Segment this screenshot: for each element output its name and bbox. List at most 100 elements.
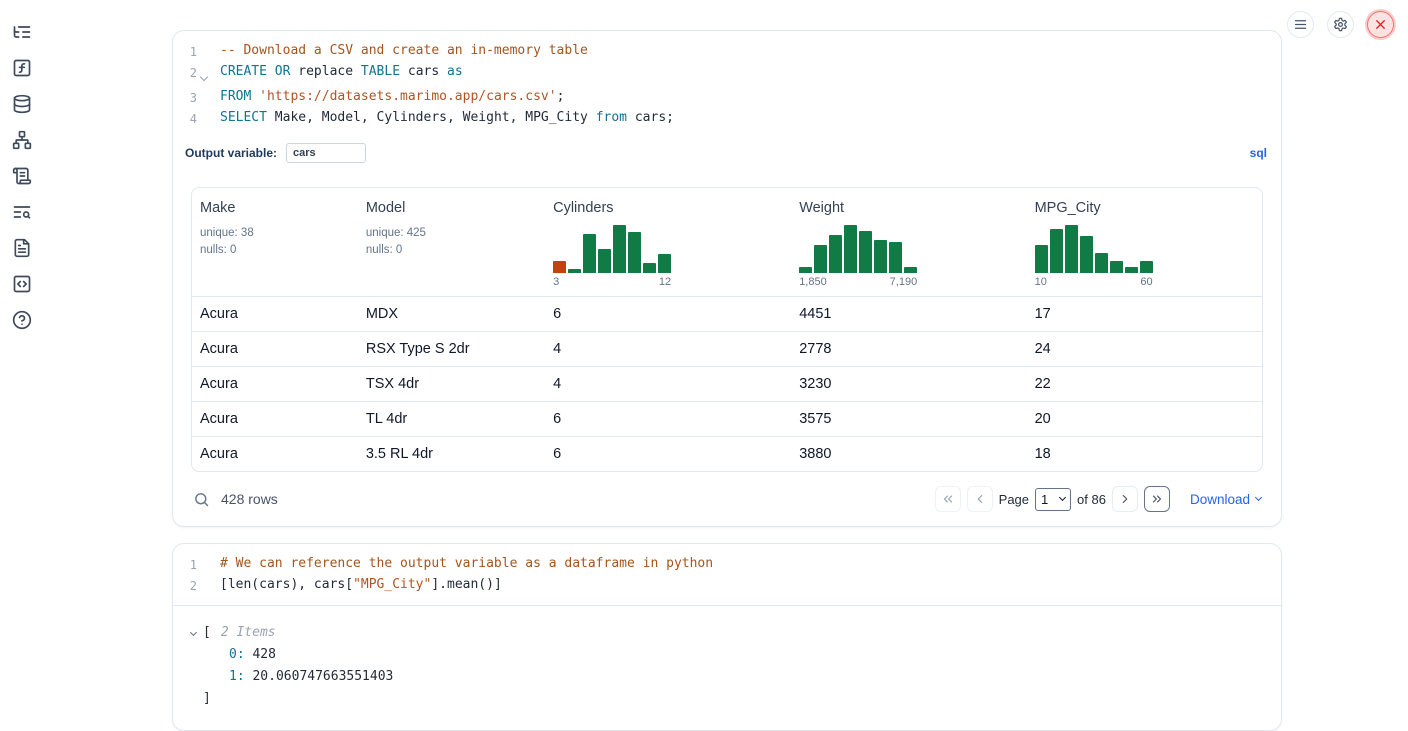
download-label: Download [1190,492,1250,507]
download-button[interactable]: Download [1190,492,1261,507]
histogram-bar[interactable] [613,225,626,273]
last-page-button[interactable] [1144,486,1170,512]
documentation-icon[interactable] [12,238,32,258]
close-bracket: ] [187,688,1263,710]
language-badge[interactable]: sql [1250,146,1267,160]
dependency-graph-icon[interactable] [12,130,32,150]
line-number: 3 [181,87,197,108]
histogram-bar[interactable] [1035,245,1048,273]
settings-button[interactable] [1327,11,1354,38]
code-line[interactable]: 1# We can reference the output variable … [181,554,1267,575]
output-list-header: [ 2 Items [187,622,1263,644]
histogram-bar[interactable] [628,232,641,273]
code-line[interactable]: 2[len(cars), cars["MPG_City"].mean()] [181,575,1267,596]
histogram-bar[interactable] [904,267,917,273]
table-cell: 2778 [791,332,1026,367]
previous-page-button[interactable] [967,486,993,512]
table-cell: 4 [545,332,791,367]
histogram-bar[interactable] [553,261,566,273]
code-text: SELECT Make, Model, Cylinders, Weight, M… [211,108,674,128]
code-line[interactable]: 4 SELECT Make, Model, Cylinders, Weight, … [181,108,1267,129]
sql-output: Makeunique: 38nulls: 0Modelunique: 425nu… [173,171,1281,526]
histogram-bar[interactable] [1080,236,1093,273]
column-name[interactable]: Make [200,200,350,216]
histogram-bar[interactable] [829,235,842,273]
table-row[interactable]: AcuraTSX 4dr4323022 [192,367,1262,402]
table-row[interactable]: Acura3.5 RL 4dr6388018 [192,437,1262,472]
sql-code-editor[interactable]: 1-- Download a CSV and create an in-memo… [173,31,1281,138]
histogram-bar[interactable] [643,263,656,273]
histogram-bar[interactable] [568,269,581,273]
column-header[interactable]: MPG_City1060 [1027,188,1262,297]
database-icon[interactable] [12,94,32,114]
item-value: 428 [245,647,276,662]
logs-icon[interactable] [12,202,32,222]
table-footer: 428 rows Page 1 of 86 [191,482,1263,514]
histogram-bar[interactable] [814,245,827,273]
chevron-right-icon [1118,492,1132,506]
output-variable-input[interactable] [286,143,366,163]
column-header[interactable]: Makeunique: 38nulls: 0 [192,188,358,297]
histogram-max-label: 60 [1140,276,1152,288]
histogram-bar[interactable] [583,234,596,273]
chevrons-right-icon [1150,492,1164,506]
table-cell: 3230 [791,367,1026,402]
page-select[interactable]: 1 [1035,488,1071,511]
column-name[interactable]: Model [366,200,537,216]
column-name[interactable]: Weight [799,200,1018,216]
table-cell: 18 [1027,437,1262,472]
column-name[interactable]: MPG_City [1035,200,1254,216]
data-table: Makeunique: 38nulls: 0Modelunique: 425nu… [192,188,1262,471]
line-number: 4 [181,108,197,129]
table-row[interactable]: AcuraTL 4dr6357520 [192,402,1262,437]
histogram-bar[interactable] [799,267,812,273]
table-row[interactable]: AcuraMDX6445117 [192,297,1262,332]
python-code-editor[interactable]: 1# We can reference the output variable … [173,544,1281,605]
histogram-bar[interactable] [874,240,887,273]
column-header[interactable]: Cylinders312 [545,188,791,297]
line-number: 1 [181,554,197,575]
histogram-bar[interactable] [1125,267,1138,273]
help-icon[interactable] [12,310,32,330]
histogram-bar[interactable] [1095,253,1108,273]
table-row[interactable]: AcuraRSX Type S 2dr4277824 [192,332,1262,367]
histogram-bar[interactable] [598,249,611,273]
histogram-max-label: 12 [659,276,671,288]
histogram-bar[interactable] [1110,261,1123,273]
page-select-value: 1 [1041,492,1048,507]
histogram-bar[interactable] [1065,225,1078,273]
column-name[interactable]: Cylinders [553,200,783,216]
menu-button[interactable] [1287,11,1314,38]
code-line[interactable]: 2CREATE OR replace TABLE cars as [181,62,1267,87]
histogram-bar[interactable] [889,242,902,273]
column-histogram: 1,8507,190 [799,223,917,288]
collapse-toggle-icon[interactable] [187,632,199,635]
histogram-bar[interactable] [1050,229,1063,273]
scroll-icon[interactable] [12,166,32,186]
histogram-bar[interactable] [658,254,671,273]
histogram-bar[interactable] [1140,261,1153,273]
search-icon[interactable] [193,491,210,508]
line-number: 2 [181,62,197,83]
table-cell: 3575 [791,402,1026,437]
first-page-button[interactable] [935,486,961,512]
scratchpad-icon[interactable] [12,58,32,78]
column-header[interactable]: Modelunique: 425nulls: 0 [358,188,545,297]
next-page-button[interactable] [1112,486,1138,512]
chevron-left-icon [973,492,987,506]
snippets-icon[interactable] [12,274,32,294]
table-cell: 6 [545,402,791,437]
shutdown-button[interactable] [1367,11,1394,38]
file-tree-icon[interactable] [12,22,32,42]
table-header-row: Makeunique: 38nulls: 0Modelunique: 425nu… [192,188,1262,297]
histogram-bar[interactable] [859,231,872,273]
page-total-label: of 86 [1077,492,1106,507]
histogram-bar[interactable] [844,225,857,273]
code-line[interactable]: 1-- Download a CSV and create an in-memo… [181,41,1267,62]
table-cell: 4 [545,367,791,402]
fold-chevron-icon[interactable] [197,62,211,87]
sql-cell: 1-- Download a CSV and create an in-memo… [172,30,1282,527]
column-header[interactable]: Weight 1,8507,190 [791,188,1026,297]
code-line[interactable]: 3FROM 'https://datasets.marimo.app/cars.… [181,87,1267,108]
table-cell: 3880 [791,437,1026,472]
